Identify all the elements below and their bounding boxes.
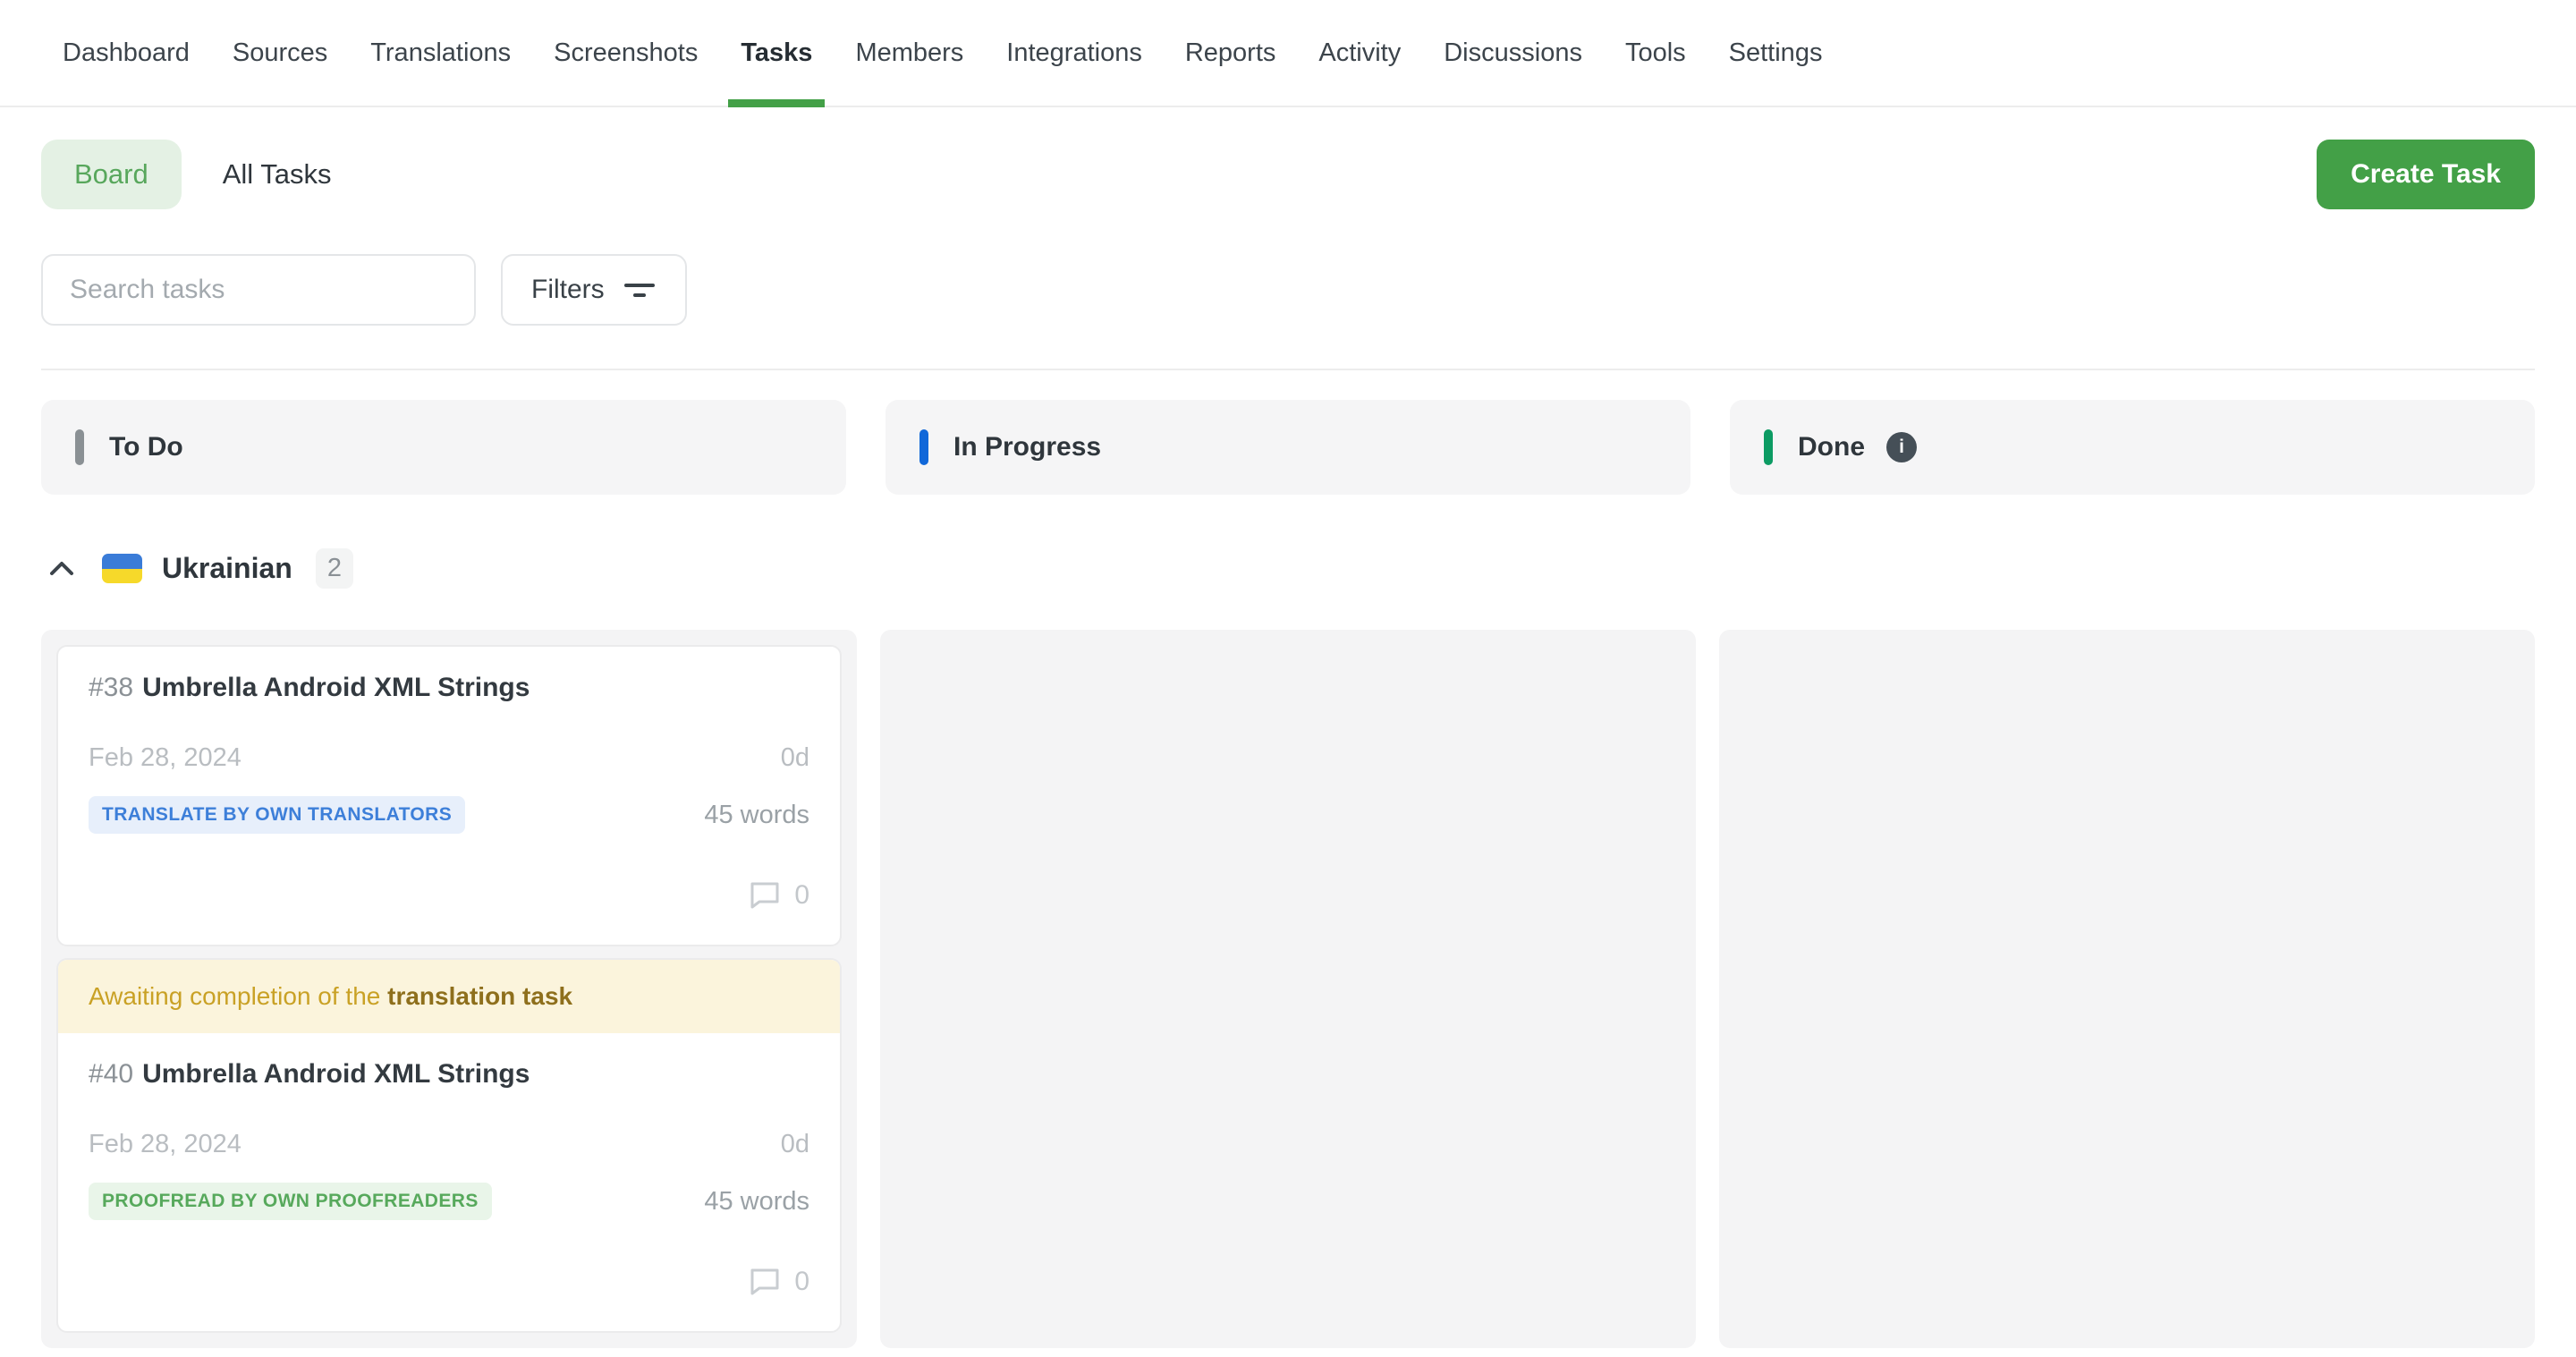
task-card-40[interactable]: Awaiting completion of the translation t… xyxy=(56,958,842,1333)
comment-count: 0 xyxy=(794,880,809,911)
task-date: Feb 28, 2024 xyxy=(89,743,242,773)
comment-bubble-icon xyxy=(750,881,780,910)
task-badge-row: TRANSLATE BY OWN TRANSLATORS 45 words xyxy=(89,796,809,834)
tab-integrations[interactable]: Integrations xyxy=(1006,39,1142,106)
task-date: Feb 28, 2024 xyxy=(89,1130,242,1159)
search-tasks-input[interactable] xyxy=(41,254,476,326)
task-comments-row: 0 xyxy=(89,1267,809,1297)
tab-screenshots[interactable]: Screenshots xyxy=(554,39,698,106)
all-tasks-view-tab[interactable]: All Tasks xyxy=(223,158,332,191)
language-group-count-badge: 2 xyxy=(316,548,353,589)
column-label: To Do xyxy=(109,432,183,462)
task-card-body: #38 Umbrella Android XML Strings Feb 28, … xyxy=(58,647,840,945)
task-type-badge: TRANSLATE BY OWN TRANSLATORS xyxy=(89,796,465,834)
awaiting-banner-text: Awaiting completion of the xyxy=(89,982,387,1010)
task-duration: 0d xyxy=(781,743,809,773)
task-id: #40 xyxy=(89,1059,133,1089)
tab-sources[interactable]: Sources xyxy=(233,39,327,106)
column-header-todo: To Do xyxy=(41,400,846,495)
tab-tools[interactable]: Tools xyxy=(1625,39,1686,106)
comment-count: 0 xyxy=(794,1267,809,1297)
board-view-tab[interactable]: Board xyxy=(41,140,182,209)
tab-dashboard[interactable]: Dashboard xyxy=(63,39,190,106)
done-status-bar-icon xyxy=(1764,429,1773,465)
tab-activity[interactable]: Activity xyxy=(1318,39,1401,106)
task-comments-row: 0 xyxy=(89,880,809,911)
tab-settings[interactable]: Settings xyxy=(1729,39,1823,106)
filters-button[interactable]: Filters xyxy=(501,254,687,326)
info-icon[interactable]: i xyxy=(1886,432,1917,462)
board-column-headers: To Do In Progress Done i xyxy=(41,400,2535,495)
column-header-done: Done i xyxy=(1730,400,2535,495)
awaiting-banner: Awaiting completion of the translation t… xyxy=(58,960,840,1033)
ukraine-flag-icon xyxy=(102,554,142,583)
collapse-group-button[interactable] xyxy=(41,554,82,584)
search-filter-row: Filters xyxy=(41,254,2535,326)
task-card-body: #40 Umbrella Android XML Strings Feb 28, … xyxy=(58,1033,840,1331)
view-switcher: Board All Tasks xyxy=(41,140,331,209)
task-word-count: 45 words xyxy=(704,801,809,830)
column-header-in-progress: In Progress xyxy=(886,400,1690,495)
toolbar-divider xyxy=(41,369,2535,370)
comment-bubble-icon xyxy=(750,1268,780,1296)
board-lanes: #38 Umbrella Android XML Strings Feb 28, … xyxy=(41,630,2535,1328)
lane-in-progress xyxy=(880,630,1696,1348)
column-label: Done xyxy=(1798,432,1865,462)
tab-members[interactable]: Members xyxy=(855,39,963,106)
column-label: In Progress xyxy=(953,432,1101,462)
tasks-page: Board All Tasks Create Task Filters To D… xyxy=(0,140,2576,1328)
task-id: #38 xyxy=(89,673,133,702)
tab-translations[interactable]: Translations xyxy=(370,39,511,106)
task-title[interactable]: Umbrella Android XML Strings xyxy=(142,673,530,702)
tab-discussions[interactable]: Discussions xyxy=(1444,39,1582,106)
task-type-badge: PROOFREAD BY OWN PROOFREADERS xyxy=(89,1183,492,1220)
lane-todo: #38 Umbrella Android XML Strings Feb 28, … xyxy=(41,630,857,1348)
task-meta-row: Feb 28, 2024 0d xyxy=(89,743,809,773)
filter-lines-icon xyxy=(623,278,657,301)
tasks-toolbar: Board All Tasks Create Task xyxy=(41,140,2535,209)
in-progress-status-bar-icon xyxy=(919,429,928,465)
filters-button-label: Filters xyxy=(531,275,605,305)
task-title[interactable]: Umbrella Android XML Strings xyxy=(142,1059,530,1089)
task-meta-row: Feb 28, 2024 0d xyxy=(89,1130,809,1159)
awaiting-banner-task-link[interactable]: translation task xyxy=(387,982,572,1010)
todo-status-bar-icon xyxy=(75,429,84,465)
language-group-header: Ukrainian 2 xyxy=(41,548,2535,589)
task-card-38[interactable]: #38 Umbrella Android XML Strings Feb 28, … xyxy=(56,645,842,946)
language-group-name: Ukrainian xyxy=(162,552,292,585)
task-title-row: #38 Umbrella Android XML Strings xyxy=(89,672,809,704)
create-task-button[interactable]: Create Task xyxy=(2317,140,2535,209)
tab-reports[interactable]: Reports xyxy=(1185,39,1276,106)
task-badge-row: PROOFREAD BY OWN PROOFREADERS 45 words xyxy=(89,1183,809,1220)
task-word-count: 45 words xyxy=(704,1187,809,1217)
lane-done xyxy=(1719,630,2535,1348)
task-title-row: #40 Umbrella Android XML Strings xyxy=(89,1058,809,1090)
chevron-up-icon xyxy=(47,559,77,579)
task-duration: 0d xyxy=(781,1130,809,1159)
tab-tasks[interactable]: Tasks xyxy=(741,39,812,106)
top-nav: Dashboard Sources Translations Screensho… xyxy=(0,0,2576,107)
